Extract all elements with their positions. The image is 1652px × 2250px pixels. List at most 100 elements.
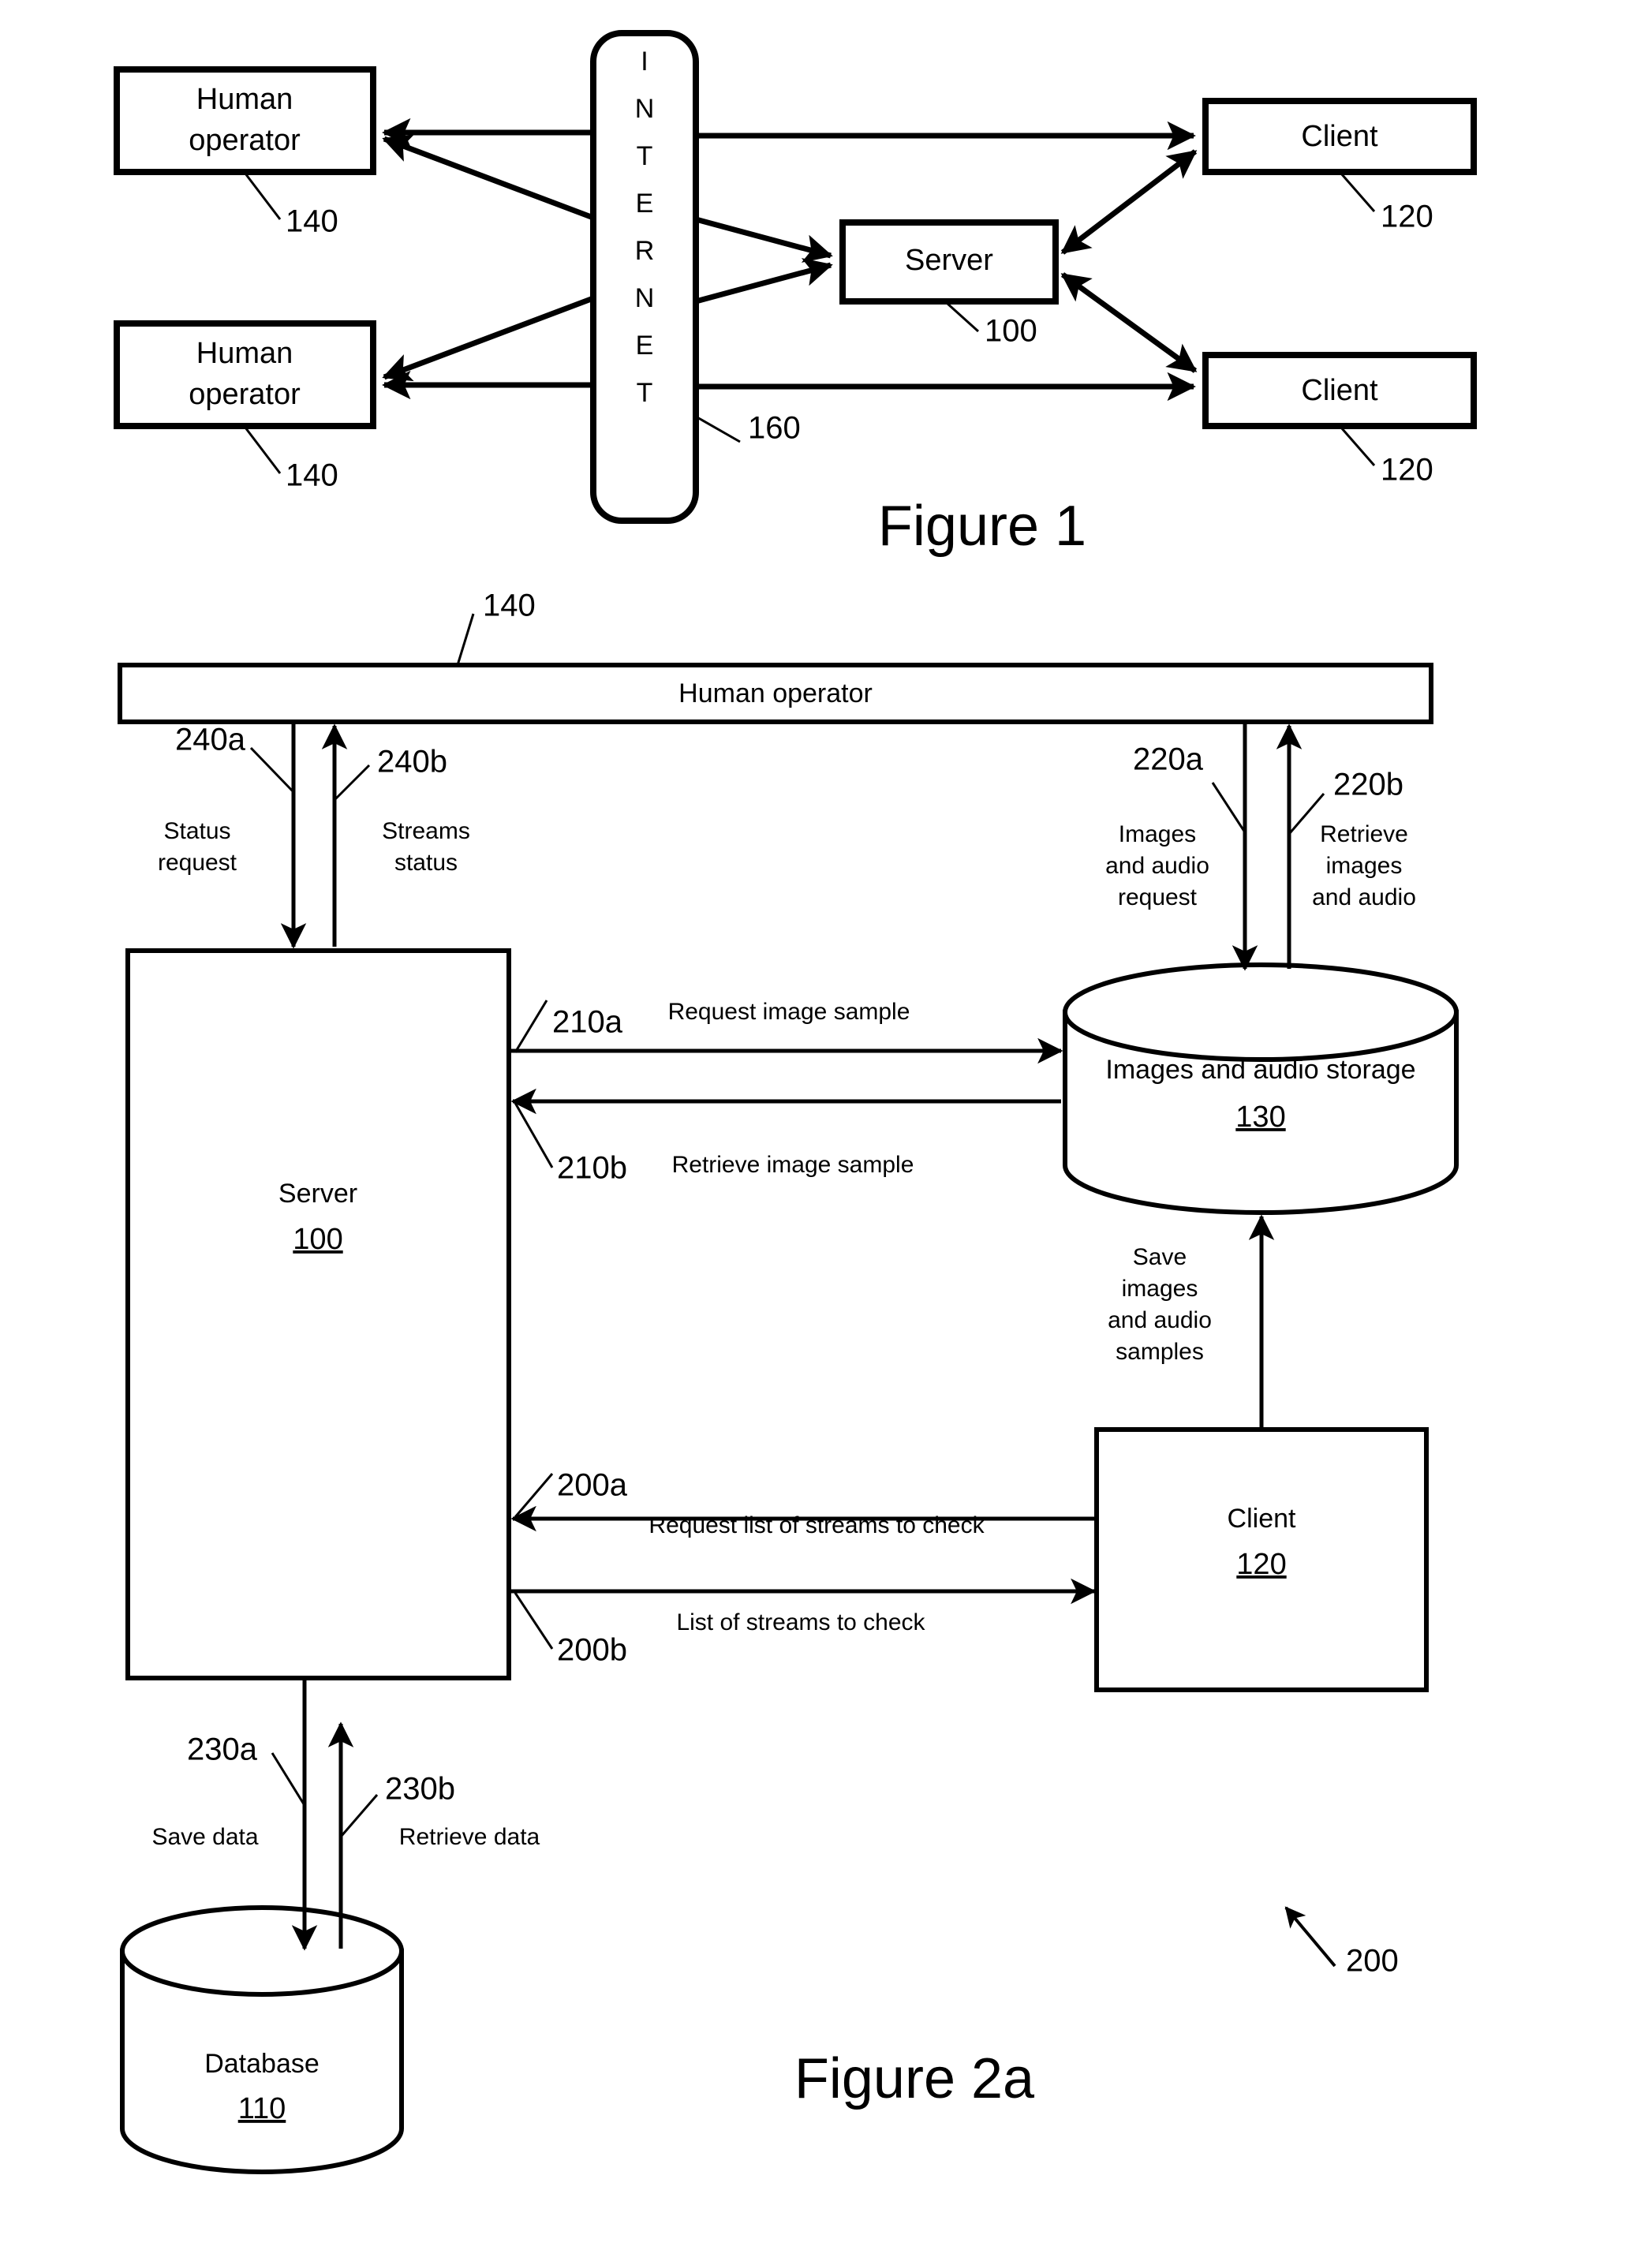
figure-2a-caption: Figure 2a (794, 2047, 1035, 2110)
fig2a-flow-save-images-audio: Save images and audio samples (1108, 1214, 1275, 1430)
fig2a-flow-220b-ref: 220b (1333, 768, 1403, 802)
fig2a-storage-cylinder-top (1063, 962, 1459, 1062)
fig2a-flow-230a-leader (271, 1752, 307, 1807)
fig2a-overall-ref-label: 200 (1346, 1944, 1399, 1979)
fig2a-flow-240b-label-2: status (394, 850, 458, 876)
fig2a-flow-save-images-audio-label-4: samples (1116, 1339, 1204, 1365)
fig2a-storage-label: Images and audio storage (1105, 1055, 1415, 1085)
patent-figure-sheet: Human operator 140 Human operator 140 I … (0, 0, 1652, 2250)
fig1-server: Server 100 (839, 219, 1059, 349)
fig2a-flow-200a-ref: 200a (557, 1468, 628, 1503)
fig2a-flow-200a-leader (514, 1473, 554, 1518)
fig2a-flow-save-images-audio-label-2: images (1122, 1276, 1198, 1302)
fig2a-flow-240a-label-2: request (158, 850, 237, 876)
fig1-internet-letter-4: R (635, 236, 655, 266)
fig2a-flow-200a-label: Request list of streams to check (648, 1512, 985, 1538)
fig2a-human-operator-leader (456, 613, 475, 666)
fig1-conn-internet-to-operator-bottom-diag (382, 295, 595, 382)
fig2a-database-label: Database (204, 2049, 320, 2079)
fig1-client-top-label: Client (1301, 120, 1378, 153)
fig1-internet-letter-2: T (637, 141, 653, 171)
fig2a-flow-210a-ref: 210a (552, 1005, 623, 1040)
fig2a-flow-210b: 210b Retrieve image sample (510, 1088, 1061, 1186)
fig2a-flow-220b: 220b Retrieve images and audio (1276, 723, 1416, 969)
fig2a-flow-240b: 240b Streams status (321, 723, 470, 947)
fig1-internet: I N T E R N E T 160 (590, 30, 801, 524)
fig2a-flow-220b-label-1: Retrieve (1320, 821, 1408, 847)
fig1-internet-letter-0: I (641, 47, 648, 77)
fig2a-flow-200b-leader (514, 1592, 554, 1650)
fig1-client-bottom-ref: 120 (1381, 453, 1433, 488)
fig2a-overall-ref: 200 (1284, 1906, 1399, 1979)
fig2a-server: Server 100 (125, 948, 511, 1680)
fig2a-flow-210a-label: Request image sample (668, 999, 910, 1025)
figure-2a-group: Human operator 140 Server 100 Images and… (118, 589, 1459, 2174)
fig2a-server-label: Server (278, 1179, 357, 1209)
fig2a-flow-210a: 210a Request image sample (509, 999, 1063, 1064)
fig2a-flow-220b-label-3: and audio (1312, 884, 1416, 910)
fig1-server-ref: 100 (985, 314, 1037, 349)
fig1-conn-internet-to-server-lower (695, 258, 833, 305)
fig2a-flow-200b: 200b List of streams to check (509, 1578, 1097, 1668)
fig2a-flow-220a-label-1: Images (1119, 821, 1196, 847)
fig2a-flow-200b-label: List of streams to check (676, 1609, 925, 1635)
fig2a-flow-230b-leader (340, 1794, 379, 1837)
fig2a-human-operator-ref: 140 (483, 589, 536, 623)
fig1-conn-internet-to-server-upper (695, 216, 833, 263)
fig2a-flow-240b-ref: 240b (377, 745, 447, 779)
fig1-internet-letter-1: N (635, 94, 655, 124)
fig2a-server-ref: 100 (293, 1223, 342, 1256)
fig1-human-operator-bottom: Human operator 140 (114, 320, 376, 493)
figure-1-group: Human operator 140 Human operator 140 I … (114, 30, 1477, 558)
fig1-human-operator-bottom-ref: 140 (286, 458, 338, 493)
fig1-human-operator-top-label-1: Human (196, 83, 293, 116)
fig2a-client-label: Client (1228, 1504, 1296, 1534)
fig2a-flow-200b-ref: 200b (557, 1633, 627, 1668)
fig1-internet-letter-5: N (635, 283, 655, 313)
fig2a-flow-230a-ref: 230a (187, 1732, 258, 1767)
fig2a-flow-210b-leader (514, 1102, 554, 1168)
fig2a-flow-240a-leader (249, 746, 296, 794)
fig2a-flow-save-images-audio-label-1: Save (1133, 1244, 1187, 1270)
fig2a-flow-230b: 230b Retrieve data (327, 1721, 540, 1949)
fig1-client-bottom: Client 120 (1202, 352, 1477, 488)
fig2a-flow-220b-leader (1288, 793, 1325, 834)
fig2a-flow-240a-label-1: Status (163, 818, 230, 844)
fig2a-database-ref: 110 (238, 2092, 286, 2125)
figure-canvas: Human operator 140 Human operator 140 I … (114, 30, 1477, 2174)
fig1-conn-server-client-bottom (1060, 272, 1198, 373)
fig2a-flow-220a-leader (1211, 782, 1246, 833)
fig2a-server-box (125, 948, 511, 1680)
fig2a-flow-230b-label: Retrieve data (399, 1824, 540, 1850)
fig2a-flow-240a: 240a Status request (158, 722, 307, 949)
fig2a-flow-220a-label-3: request (1118, 884, 1198, 910)
fig2a-flow-220a-label-2: and audio (1105, 853, 1209, 879)
fig1-internet-letter-6: E (636, 331, 654, 361)
fig1-internet-leader (695, 415, 741, 443)
fig2a-flow-210a-leader (514, 1000, 548, 1053)
fig1-human-operator-top: Human operator 140 (114, 66, 376, 239)
fig2a-client: Client 120 (1094, 1427, 1429, 1692)
fig2a-flow-240a-ref: 240a (175, 723, 246, 757)
fig2a-flow-230b-ref: 230b (385, 1772, 455, 1807)
fig2a-flow-230a-label: Save data (151, 1824, 258, 1850)
fig1-client-bottom-leader (1340, 427, 1376, 466)
fig2a-flow-220a-ref: 220a (1133, 742, 1204, 777)
fig2a-flow-220a: 220a Images and audio request (1105, 722, 1258, 971)
fig1-human-operator-top-label-2: operator (189, 124, 301, 157)
fig2a-human-operator: Human operator 140 (118, 589, 1433, 724)
fig2a-storage-ref: 130 (1235, 1101, 1285, 1134)
fig1-client-top-ref: 120 (1381, 200, 1433, 234)
fig1-server-leader (945, 301, 980, 333)
fig2a-database: Database 110 (120, 1905, 404, 2174)
fig2a-overall-ref-arrow (1284, 1906, 1336, 1968)
figure-1-caption: Figure 1 (878, 495, 1086, 558)
fig2a-flow-210b-label: Retrieve image sample (672, 1152, 914, 1178)
fig2a-images-audio-storage: Images and audio storage 130 (1063, 962, 1459, 1215)
fig2a-flow-240b-label-1: Streams (382, 818, 470, 844)
fig1-conn-internet-to-operator-top-diag (382, 134, 595, 221)
fig1-human-operator-top-ref: 140 (286, 204, 338, 239)
fig1-client-top: Client 120 (1202, 98, 1477, 234)
fig2a-flow-200a: 200a Request list of streams to check (510, 1468, 1097, 1538)
fig2a-database-cylinder-top (120, 1905, 404, 1997)
